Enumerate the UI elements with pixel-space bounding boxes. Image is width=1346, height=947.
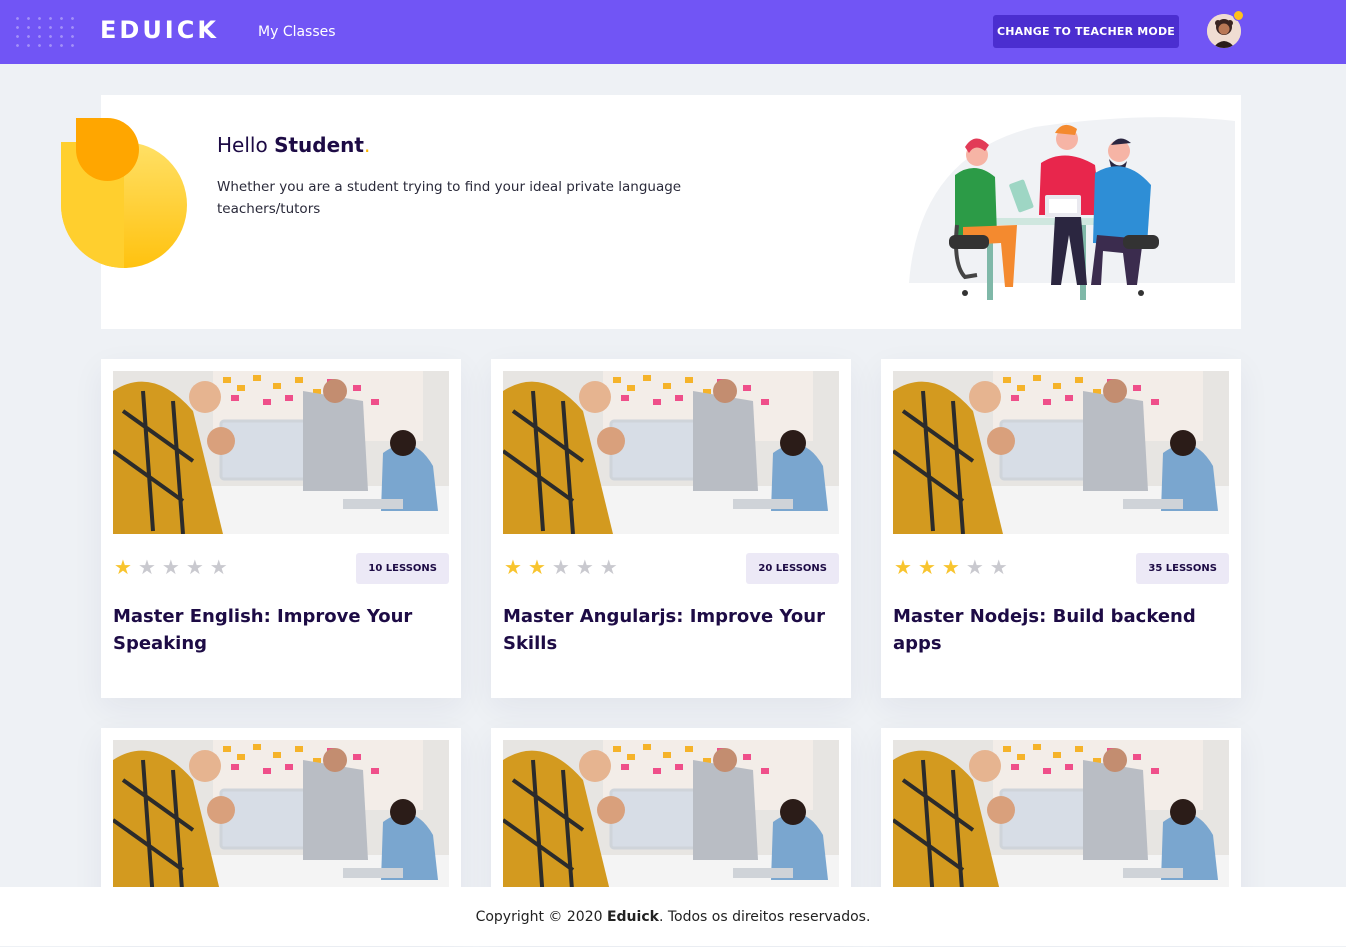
course-thumbnail[interactable] [503,740,839,903]
page-footer: Copyright © 2020 Eduick. Todos os direit… [0,887,1346,946]
star-icon[interactable]: ★ [162,557,180,577]
star-icon[interactable]: ★ [990,557,1008,577]
rating-stars: ★ ★ ★ ★ ★ [894,557,1008,577]
course-thumbnail[interactable] [503,371,839,534]
star-icon[interactable]: ★ [114,557,132,577]
notification-dot [1233,10,1244,21]
star-icon[interactable]: ★ [186,557,204,577]
rating-stars: ★ ★ ★ ★ ★ [504,557,618,577]
course-photo [113,740,449,903]
course-title[interactable]: Master Angularjs: Improve Your Skills [503,603,833,657]
dots-pattern [12,14,80,48]
brand-logo[interactable]: EDUICK [100,16,219,44]
lessons-badge: 20 LESSONS [746,553,839,584]
star-icon[interactable]: ★ [966,557,984,577]
star-icon[interactable]: ★ [600,557,618,577]
lessons-badge: 10 LESSONS [356,553,449,584]
welcome-heading: Hello Student. [217,133,370,157]
course-title[interactable]: Master English: Improve Your Speaking [113,603,443,657]
star-icon[interactable]: ★ [528,557,546,577]
lessons-badge: 35 LESSONS [1136,553,1229,584]
course-thumbnail[interactable] [113,740,449,903]
copyright-suffix: . Todos os direitos reservados. [658,909,871,925]
welcome-description: Whether you are a student trying to find… [217,179,682,217]
course-card[interactable]: ★ ★ ★ ★ ★ 35 LESSONS Master Nodejs: Buil… [881,359,1241,698]
top-navbar: EDUICK My Classes CHANGE TO TEACHER MODE [0,0,1346,64]
course-photo [503,740,839,903]
star-icon[interactable]: ★ [576,557,594,577]
course-photo [503,371,839,534]
star-icon[interactable]: ★ [552,557,570,577]
star-icon[interactable]: ★ [504,557,522,577]
course-photo [893,371,1229,534]
decorative-shape [76,118,139,181]
rating-stars: ★ ★ ★ ★ ★ [114,557,228,577]
footer-brand: Eduick [606,909,659,925]
course-thumbnail[interactable] [113,371,449,534]
user-name: Student [274,133,364,157]
star-icon[interactable]: ★ [894,557,912,577]
course-thumbnail[interactable] [893,740,1229,903]
course-photo [113,371,449,534]
copyright-prefix: Copyright © 2020 [475,909,607,925]
star-icon[interactable]: ★ [210,557,228,577]
star-icon[interactable]: ★ [918,557,936,577]
nav-my-classes[interactable]: My Classes [258,24,336,40]
course-photo [893,740,1229,903]
course-title[interactable]: Master Nodejs: Build backend apps [893,603,1223,657]
change-to-teacher-mode-button[interactable]: CHANGE TO TEACHER MODE [993,15,1179,48]
course-card[interactable]: ★ ★ ★ ★ ★ 10 LESSONS Master English: Imp… [101,359,461,698]
star-icon[interactable]: ★ [942,557,960,577]
greeting-text: Hello [217,133,268,157]
team-meeting-illustration [909,117,1235,300]
course-thumbnail[interactable] [893,371,1229,534]
course-card[interactable]: ★ ★ ★ ★ ★ 20 LESSONS Master Angularjs: I… [491,359,851,698]
heading-dot: . [363,133,371,157]
star-icon[interactable]: ★ [138,557,156,577]
